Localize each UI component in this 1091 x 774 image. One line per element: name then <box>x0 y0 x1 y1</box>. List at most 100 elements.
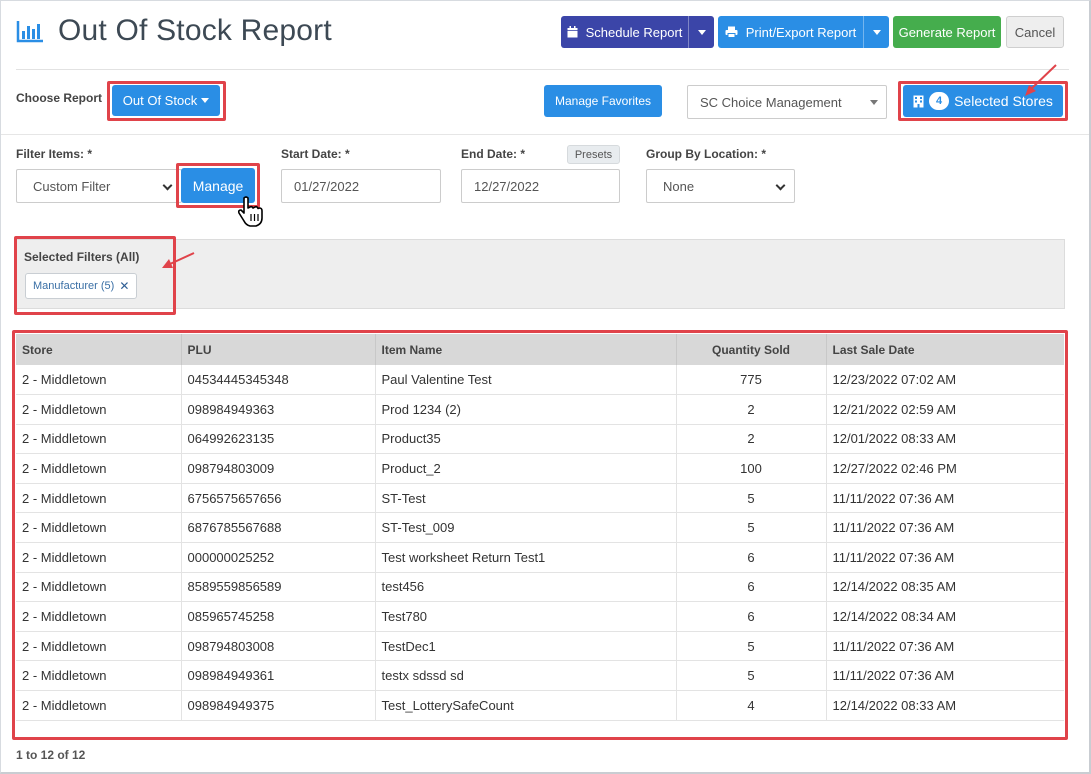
cell-store: 2 - Middletown <box>16 601 182 632</box>
table-header-row: Store PLU Item Name Quantity Sold Last S… <box>16 334 1064 365</box>
cell-plu: 6756575657656 <box>181 483 376 514</box>
cell-quantity-sold: 6 <box>676 572 827 603</box>
cell-plu: 098984949363 <box>181 394 376 425</box>
cell-last-sale-date: 11/11/2022 07:36 AM <box>826 483 1064 514</box>
group-by-select[interactable]: None <box>646 169 795 203</box>
cell-quantity-sold: 5 <box>676 660 827 692</box>
schedule-dropdown-toggle[interactable] <box>688 16 714 48</box>
selected-stores-label: Selected Stores <box>954 93 1053 109</box>
print-dropdown-toggle[interactable] <box>863 16 889 48</box>
table-row[interactable]: 2 - Middletown 04534445345348 Paul Valenti… <box>16 365 1064 396</box>
cell-quantity-sold: 4 <box>676 690 827 721</box>
building-icon <box>913 95 924 107</box>
table-row[interactable]: 2 - Middletown 098984949361 testx sdssd sd… <box>16 660 1064 692</box>
table-row[interactable]: 2 - Middletown 085965745258 Test780 6 12/14/… <box>16 601 1064 632</box>
cell-last-sale-date: 12/27/2022 02:46 PM <box>826 453 1064 484</box>
cell-store: 2 - Middletown <box>16 483 182 514</box>
bar-chart-icon <box>16 21 43 43</box>
location-select-value: SC Choice Management <box>700 94 842 110</box>
manage-filter-button[interactable]: Manage <box>181 168 255 203</box>
column-header-quantity-sold[interactable]: Quantity Sold <box>676 334 827 365</box>
pagination-summary: 1 to 12 of 12 <box>16 748 86 762</box>
column-header-store[interactable]: Store <box>16 334 182 365</box>
cell-last-sale-date: 11/11/2022 07:36 AM <box>826 512 1064 544</box>
presets-button[interactable]: Presets <box>567 145 620 164</box>
cell-plu: 098794803009 <box>181 453 376 484</box>
end-date-input[interactable]: 12/27/2022 <box>461 169 620 203</box>
cell-last-sale-date: 12/14/2022 08:33 AM <box>826 690 1064 721</box>
filter-items-label: Filter Items: * <box>16 147 93 161</box>
filter-tag-label: Manufacturer (5) <box>33 280 115 292</box>
cell-item-name: Product_2 <box>375 453 677 484</box>
schedule-report-button[interactable]: Schedule Report <box>561 16 714 48</box>
close-icon[interactable]: ✕ <box>119 279 129 293</box>
cell-store: 2 - Middletown <box>16 512 182 544</box>
report-table: Store PLU Item Name Quantity Sold Last S… <box>16 334 1064 721</box>
generate-report-button[interactable]: Generate Report <box>893 16 1001 48</box>
table-row[interactable]: 2 - Middletown 098794803008 TestDec1 5 11/11… <box>16 631 1064 662</box>
table-row[interactable]: 2 - Middletown 098984949363 Prod 1234 (2) 2… <box>16 394 1064 425</box>
end-date-label: End Date: * <box>461 147 526 161</box>
cell-store: 2 - Middletown <box>16 660 182 692</box>
column-header-plu[interactable]: PLU <box>181 334 376 365</box>
report-type-dropdown[interactable]: Out Of Stock <box>112 85 220 116</box>
cell-item-name: TestDec1 <box>375 631 677 662</box>
cell-plu: 000000025252 <box>181 542 376 573</box>
cell-item-name: Test780 <box>375 601 677 632</box>
location-select[interactable]: SC Choice Management <box>687 85 887 119</box>
cell-plu: 8589559856589 <box>181 572 376 603</box>
chevron-down-icon <box>775 180 786 191</box>
cell-quantity-sold: 6 <box>676 542 827 573</box>
print-export-button[interactable]: Print/Export Report <box>718 16 889 48</box>
cell-last-sale-date: 11/11/2022 07:36 AM <box>826 660 1064 692</box>
cell-plu: 04534445345348 <box>181 365 376 396</box>
schedule-report-label: Schedule Report <box>585 24 683 40</box>
cell-plu: 098984949361 <box>181 660 376 692</box>
selected-filters-panel <box>14 239 1065 309</box>
table-row[interactable]: 2 - Middletown 000000025252 Test worksheet… <box>16 542 1064 573</box>
cancel-button[interactable]: Cancel <box>1006 16 1064 48</box>
manage-favorites-button[interactable]: Manage Favorites <box>544 85 662 117</box>
table-row[interactable]: 2 - Middletown 6756575657656 ST-Test 5 11/11… <box>16 483 1064 514</box>
cell-quantity-sold: 5 <box>676 512 827 544</box>
cell-store: 2 - Middletown <box>16 542 182 573</box>
cell-store: 2 - Middletown <box>16 365 182 396</box>
cell-item-name: Test worksheet Return Test1 <box>375 542 677 573</box>
group-by-value: None <box>663 178 695 194</box>
section-divider <box>1 134 1089 135</box>
cell-quantity-sold: 100 <box>676 453 827 484</box>
group-by-label: Group By Location: * <box>646 147 766 161</box>
caret-down-icon <box>201 98 210 103</box>
cell-store: 2 - Middletown <box>16 394 182 425</box>
caret-down-icon <box>872 29 881 35</box>
cell-store: 2 - Middletown <box>16 572 182 603</box>
table-row[interactable]: 2 - Middletown 8589559856589 test456 6 12/14… <box>16 572 1064 603</box>
filter-items-value: Custom Filter <box>33 178 111 194</box>
column-header-item-name[interactable]: Item Name <box>375 334 677 365</box>
table-row[interactable]: 2 - Middletown 098794803009 Product_2 100 12… <box>16 453 1064 484</box>
filter-items-select[interactable]: Custom Filter <box>16 169 182 203</box>
calendar-icon <box>567 26 578 38</box>
filter-tag[interactable]: Manufacturer (5) ✕ <box>25 273 138 299</box>
start-date-input[interactable]: 01/27/2022 <box>281 169 441 203</box>
cell-item-name: Test_LotterySafeCount <box>375 690 677 721</box>
cell-plu: 064992623135 <box>181 424 376 455</box>
cell-plu: 6876785567688 <box>181 512 376 544</box>
cell-quantity-sold: 775 <box>676 365 827 396</box>
cell-last-sale-date: 11/11/2022 07:36 AM <box>826 631 1064 662</box>
cell-plu: 098794803008 <box>181 631 376 662</box>
cell-last-sale-date: 11/11/2022 07:36 AM <box>826 542 1064 573</box>
table-row[interactable]: 2 - Middletown 098984949375 Test_LotterySa… <box>16 690 1064 721</box>
cell-item-name: test456 <box>375 572 677 603</box>
cell-store: 2 - Middletown <box>16 690 182 721</box>
cell-item-name: Paul Valentine Test <box>375 365 677 396</box>
cell-last-sale-date: 12/14/2022 08:34 AM <box>826 601 1064 632</box>
cell-item-name: ST-Test <box>375 483 677 514</box>
column-header-last-sale-date[interactable]: Last Sale Date <box>826 334 1064 365</box>
chevron-down-icon <box>162 180 173 191</box>
table-row[interactable]: 2 - Middletown 064992623135 Product35 2 12/0… <box>16 424 1064 455</box>
cell-quantity-sold: 2 <box>676 394 827 425</box>
cell-store: 2 - Middletown <box>16 424 182 455</box>
table-row[interactable]: 2 - Middletown 6876785567688 ST-Test_009 5 1… <box>16 512 1064 544</box>
selected-stores-button[interactable]: 4 Selected Stores <box>903 85 1063 117</box>
